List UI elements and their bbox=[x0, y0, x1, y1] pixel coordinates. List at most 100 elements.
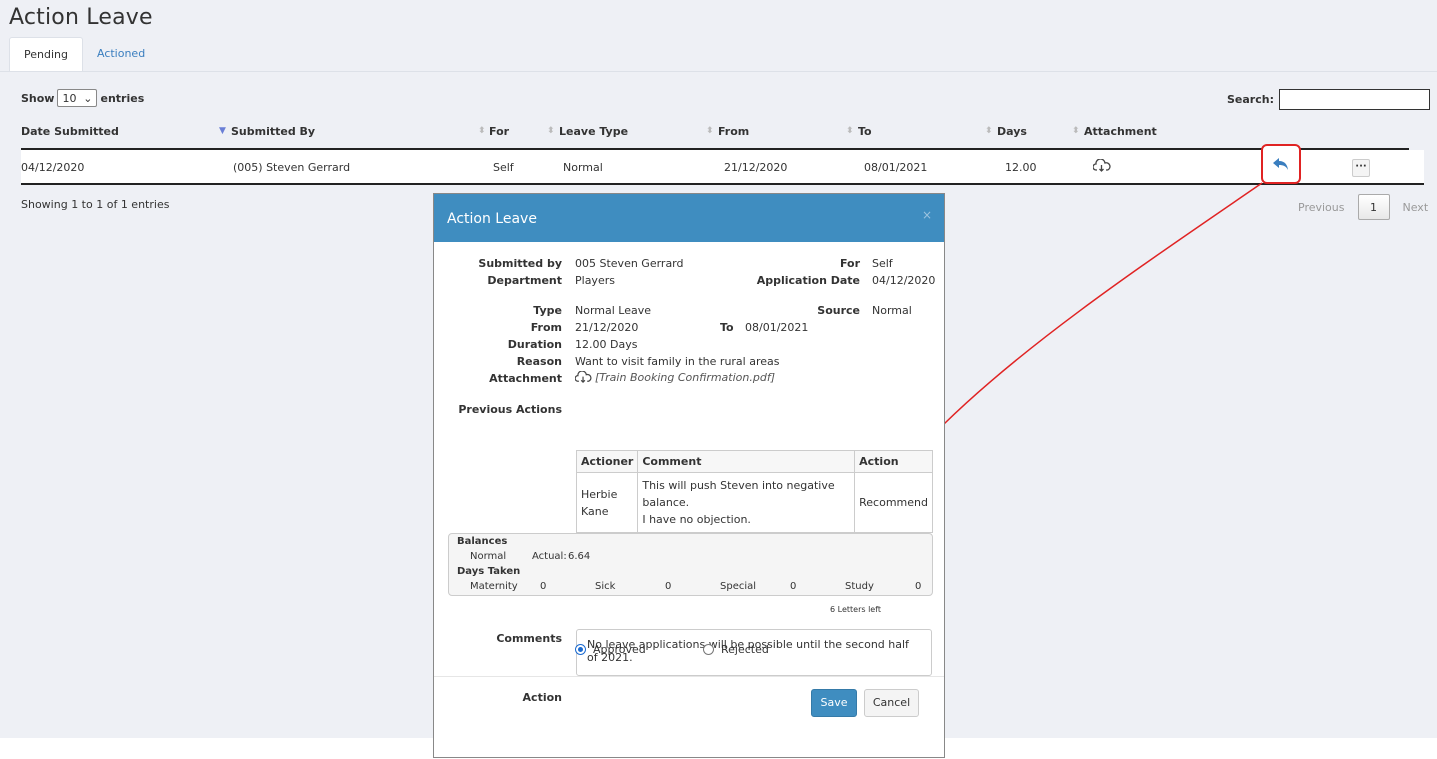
study-value: 0 bbox=[915, 581, 922, 592]
duration-label: Duration bbox=[507, 338, 562, 351]
table-header: Date Submitted ▼ Submitted By ⬍ For ⬍ Le… bbox=[21, 124, 1409, 150]
actual-value: 6.64 bbox=[568, 551, 591, 562]
column-date-submitted[interactable]: Date Submitted bbox=[21, 125, 119, 138]
sort-icon: ⬍ bbox=[1072, 126, 1080, 136]
source-value: Normal bbox=[872, 304, 912, 317]
previous-page-button[interactable]: Previous bbox=[1285, 201, 1358, 214]
sort-icon: ⬍ bbox=[846, 126, 854, 136]
search-label: Search: bbox=[1227, 93, 1274, 106]
attachment-label: Attachment bbox=[489, 372, 562, 385]
entries-select[interactable]: 10 ⌄ bbox=[57, 89, 98, 107]
cell-for: Self bbox=[493, 161, 514, 174]
for-value: Self bbox=[872, 257, 893, 270]
approved-radio[interactable]: Approved bbox=[575, 643, 646, 656]
balances-heading: Balances bbox=[457, 536, 508, 547]
application-date-label: Application Date bbox=[756, 274, 860, 287]
column-submitted-by[interactable]: Submitted By bbox=[231, 125, 315, 138]
column-attachment[interactable]: Attachment bbox=[1084, 125, 1157, 138]
comments-label: Comments bbox=[496, 632, 562, 645]
header-action: Action bbox=[854, 450, 933, 473]
table-info: Showing 1 to 1 of 1 entries bbox=[21, 198, 170, 211]
department-value: Players bbox=[575, 274, 615, 287]
attachment-link[interactable]: [Train Booking Confirmation.pdf] bbox=[575, 371, 775, 384]
radio-selected-icon bbox=[575, 644, 586, 655]
next-page-button[interactable]: Next bbox=[1390, 201, 1437, 214]
page-title: Action Leave bbox=[9, 5, 153, 30]
submitted-by-label: Submitted by bbox=[478, 257, 562, 270]
rejected-radio[interactable]: Rejected bbox=[703, 643, 769, 656]
column-from[interactable]: From bbox=[718, 125, 749, 138]
search-control: Search: bbox=[1227, 89, 1430, 110]
to-value: 08/01/2021 bbox=[745, 321, 809, 334]
previous-actions-label: Previous Actions bbox=[458, 403, 562, 416]
actioner-first-name: Herbie bbox=[581, 487, 618, 501]
tab-actioned[interactable]: Actioned bbox=[83, 37, 159, 72]
modal-title: Action Leave bbox=[447, 211, 537, 227]
page-1-button[interactable]: 1 bbox=[1357, 194, 1390, 220]
more-options-button[interactable]: ··· bbox=[1352, 159, 1370, 177]
tab-bar: Pending Actioned bbox=[9, 37, 159, 72]
show-label: Show bbox=[21, 91, 55, 105]
cell-from: 21/12/2020 bbox=[724, 161, 788, 174]
modal-body: Submitted by 005 Steven Gerrard For Self… bbox=[434, 242, 944, 704]
search-input[interactable] bbox=[1278, 89, 1430, 110]
attachment-filename[interactable]: [Train Booking Confirmation.pdf] bbox=[595, 371, 775, 384]
table-row[interactable]: 04/12/2020 (005) Steven Gerrard Self Nor… bbox=[21, 144, 1424, 185]
column-days[interactable]: Days bbox=[997, 125, 1027, 138]
entries-value: 10 bbox=[62, 91, 77, 105]
normal-balance-label: Normal bbox=[470, 551, 507, 562]
previous-actions-table: Actioner Comment Action Herbie Kane This… bbox=[575, 450, 933, 533]
department-label: Department bbox=[487, 274, 562, 287]
cell-leave-type: Normal bbox=[563, 161, 603, 174]
type-label: Type bbox=[533, 304, 562, 317]
maternity-label: Maternity bbox=[470, 581, 518, 592]
cell-date-submitted: 04/12/2020 bbox=[21, 161, 85, 174]
cell-to: 08/01/2021 bbox=[864, 161, 928, 174]
close-icon[interactable]: × bbox=[922, 208, 932, 222]
days-taken-heading: Days Taken bbox=[457, 566, 521, 577]
cancel-button[interactable]: Cancel bbox=[864, 689, 919, 717]
sick-value: 0 bbox=[665, 581, 672, 592]
for-label: For bbox=[839, 257, 860, 270]
tab-pending[interactable]: Pending bbox=[9, 37, 83, 72]
sort-icon: ⬍ bbox=[478, 126, 486, 136]
letters-left-counter: 6 Letters left bbox=[830, 605, 882, 614]
reason-value: Want to visit family in the rural areas bbox=[575, 355, 780, 368]
modal-header: Action Leave × bbox=[434, 194, 944, 242]
radio-unselected-icon bbox=[703, 644, 714, 655]
action-leave-modal: Action Leave × Submitted by 005 Steven G… bbox=[433, 193, 945, 758]
rejected-label: Rejected bbox=[721, 643, 769, 656]
cell-comment: This will push Steven into negative bala… bbox=[637, 472, 856, 533]
sort-desc-icon: ▼ bbox=[219, 126, 226, 136]
maternity-value: 0 bbox=[540, 581, 547, 592]
sick-label: Sick bbox=[595, 581, 616, 592]
cloud-download-icon bbox=[575, 371, 592, 383]
special-label: Special bbox=[720, 581, 757, 592]
approved-label: Approved bbox=[593, 643, 646, 656]
pagination: Previous 1 Next bbox=[1285, 194, 1437, 220]
from-value: 21/12/2020 bbox=[575, 321, 639, 334]
save-button[interactable]: Save bbox=[811, 689, 857, 717]
column-for[interactable]: For bbox=[489, 125, 509, 138]
column-leave-type[interactable]: Leave Type bbox=[559, 125, 628, 138]
submitted-by-value: 005 Steven Gerrard bbox=[575, 257, 684, 270]
source-label: Source bbox=[817, 304, 860, 317]
entries-length-control: Show 10 ⌄ entries bbox=[21, 89, 144, 107]
previous-actions-header-row: Actioner Comment Action bbox=[575, 450, 933, 473]
special-value: 0 bbox=[790, 581, 797, 592]
tab-divider bbox=[0, 71, 1437, 72]
cell-days: 12.00 bbox=[1005, 161, 1037, 174]
table-row: Herbie Kane This will push Steven into n… bbox=[575, 472, 933, 533]
header-actioner: Actioner bbox=[575, 450, 639, 473]
action-reply-button[interactable] bbox=[1261, 144, 1301, 184]
type-value: Normal Leave bbox=[575, 304, 652, 317]
column-to[interactable]: To bbox=[858, 125, 872, 138]
sort-icon: ⬍ bbox=[706, 126, 714, 136]
actual-label: Actual: bbox=[532, 551, 567, 562]
balances-panel: Balances Normal Actual: 6.64 Days Taken … bbox=[448, 533, 933, 596]
cell-actioner: Herbie Kane bbox=[575, 472, 639, 533]
chevron-down-icon: ⌄ bbox=[83, 91, 93, 105]
cell-action: Recommend bbox=[854, 472, 933, 533]
cloud-download-icon[interactable] bbox=[1092, 158, 1111, 176]
comment-line-2: I have no objection. bbox=[642, 513, 751, 526]
